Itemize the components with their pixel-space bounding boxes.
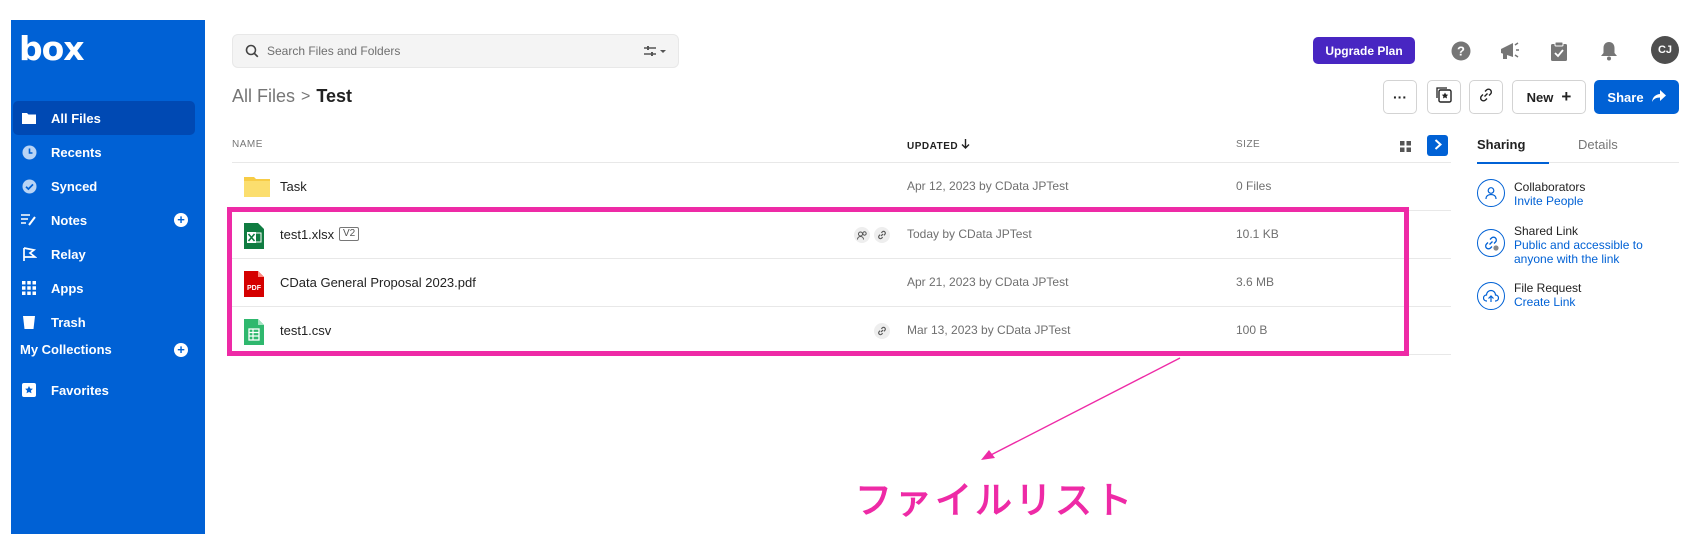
more-options-button[interactable]: ··· <box>1383 80 1417 114</box>
collaborators-title: Collaborators <box>1514 180 1586 194</box>
box-logo[interactable]: box <box>19 29 85 68</box>
share-button-label: Share <box>1607 89 1644 105</box>
svg-text:?: ? <box>1457 44 1465 59</box>
sidebar-item-label: Notes <box>51 212 88 228</box>
relay-icon <box>21 246 37 262</box>
breadcrumb: All Files > Test <box>232 86 352 107</box>
sidebar-item-relay[interactable]: Relay <box>11 237 205 271</box>
sidebar-item-favorites[interactable]: Favorites <box>11 373 205 407</box>
sidebar-item-label: Apps <box>51 280 84 296</box>
plus-icon: + <box>1561 87 1572 106</box>
annotation-file-list-label: ファイルリスト <box>855 479 1135 522</box>
add-to-collection-button[interactable] <box>1427 80 1461 114</box>
folder-icon <box>21 110 37 126</box>
add-collection-button[interactable]: + <box>174 343 188 357</box>
grid-view-icon[interactable] <box>1400 139 1411 157</box>
sidebar-item-label: Favorites <box>51 382 109 398</box>
share-button[interactable]: Share <box>1594 80 1679 114</box>
create-link-link[interactable]: Create Link <box>1514 295 1684 309</box>
new-button-label: New <box>1526 89 1554 105</box>
help-icon[interactable]: ? <box>1450 40 1472 62</box>
tab-details[interactable]: Details <box>1578 137 1618 152</box>
sidebar-item-label: Recents <box>51 144 102 160</box>
collaborators-person-icon <box>1477 179 1505 207</box>
ellipsis-icon: ··· <box>1393 89 1407 105</box>
search-bar[interactable] <box>232 34 679 68</box>
notes-icon <box>21 212 37 228</box>
shared-link-title: Shared Link <box>1514 224 1579 238</box>
apps-grid-icon <box>21 280 37 296</box>
breadcrumb-current: Test <box>316 86 353 106</box>
tab-sharing[interactable]: Sharing <box>1477 137 1525 152</box>
file-list-highlight-box <box>227 207 1409 356</box>
search-input[interactable] <box>267 35 617 67</box>
favorites-icon <box>21 382 37 398</box>
file-updated: Apr 12, 2023 by CData JPTest <box>907 179 1069 193</box>
active-item-highlight <box>13 101 195 135</box>
file-row-task[interactable]: Task Apr 12, 2023 by CData JPTest 0 File… <box>232 163 1451 211</box>
sidebar-item-synced[interactable]: Synced <box>11 169 205 203</box>
folder-icon <box>244 175 270 202</box>
breadcrumb-root-link[interactable]: All Files <box>232 86 295 107</box>
add-note-button[interactable]: + <box>174 213 188 227</box>
trash-icon <box>21 314 37 330</box>
link-icon <box>1478 87 1494 108</box>
sidebar-item-trash[interactable]: Trash <box>11 305 205 339</box>
new-button[interactable]: New + <box>1512 80 1586 114</box>
my-collections-heading: My Collections <box>20 342 112 357</box>
announcements-icon[interactable] <box>1499 40 1521 62</box>
column-header-size[interactable]: SIZE <box>1236 139 1260 150</box>
sidebar-item-recents[interactable]: Recents <box>11 135 205 169</box>
check-circle-icon <box>21 178 37 194</box>
file-request-title: File Request <box>1514 281 1582 295</box>
search-filter-icon[interactable] <box>643 44 669 63</box>
column-header-updated-label: UPDATED <box>907 141 959 152</box>
sidebar: box All Files Recents Synced Notes + Rel… <box>11 20 205 534</box>
search-icon <box>245 44 259 63</box>
invite-people-link[interactable]: Invite People <box>1514 194 1684 208</box>
sidebar-item-label: All Files <box>51 110 101 126</box>
chevron-right-icon <box>1434 137 1442 155</box>
sidebar-item-label: Synced <box>51 178 98 194</box>
active-tab-indicator <box>1477 162 1549 164</box>
clock-icon <box>21 144 37 160</box>
tasks-icon[interactable] <box>1548 40 1570 62</box>
shared-link-settings-link[interactable]: Public and accessible to anyone with the… <box>1514 238 1684 266</box>
user-avatar[interactable]: CJ <box>1651 36 1679 64</box>
file-name[interactable]: Task <box>280 179 307 194</box>
file-size: 0 Files <box>1236 179 1272 193</box>
sidebar-item-all-files[interactable]: All Files <box>11 101 205 135</box>
upgrade-plan-button[interactable]: Upgrade Plan <box>1313 37 1415 64</box>
toggle-sidebar-button[interactable] <box>1427 135 1448 156</box>
sidebar-item-apps[interactable]: Apps <box>11 271 205 305</box>
column-header-name[interactable]: NAME <box>232 139 263 150</box>
sidebar-item-label: Trash <box>51 314 86 330</box>
share-arrow-icon <box>1651 89 1666 105</box>
breadcrumb-separator: > <box>301 87 311 105</box>
sidebar-item-notes[interactable]: Notes + <box>11 203 205 237</box>
sort-arrow-down-icon <box>961 139 970 152</box>
shared-link-globe-icon <box>1477 229 1505 257</box>
sidebar-item-label: Relay <box>51 246 86 262</box>
collection-star-icon <box>1436 86 1452 108</box>
copy-link-button[interactable] <box>1469 80 1503 114</box>
notifications-bell-icon[interactable] <box>1598 40 1620 62</box>
column-header-updated[interactable]: UPDATED <box>907 139 970 152</box>
file-request-upload-icon <box>1477 282 1505 310</box>
